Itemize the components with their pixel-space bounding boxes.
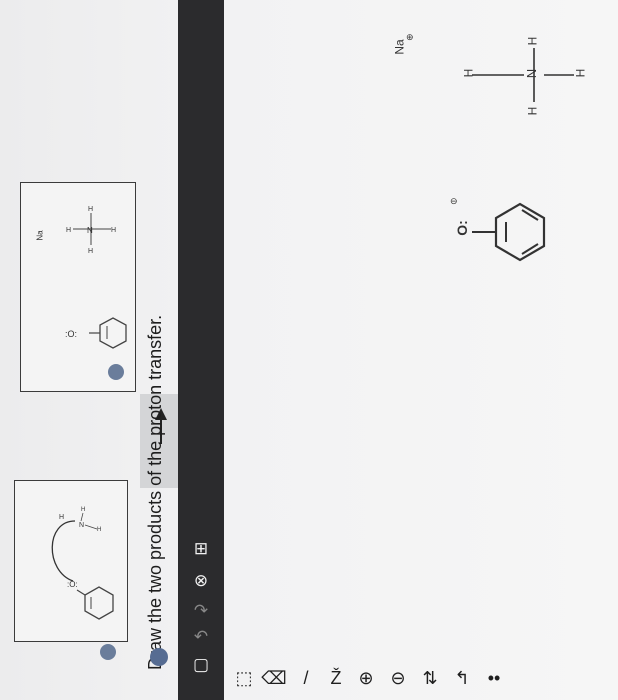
svg-text:H: H [81,507,85,513]
question-number-badge [150,648,168,666]
svg-text:H: H [97,527,101,533]
drawing-canvas[interactable]: Na ⊕ O: ⊖ N H H H H [224,0,618,700]
canvas-h-bottom[interactable]: H [525,107,539,116]
step-badge [100,644,116,660]
canvas-sodium-charge: ⊕ [406,32,414,42]
canvas-structures [472,48,574,262]
benzene-ring[interactable] [494,202,546,262]
svg-text:N: N [79,522,84,529]
template-icon[interactable]: ⊞ [178,539,224,559]
reference-sodium-label: Na [35,230,45,241]
reactants-box: :O: N H H H [14,480,128,642]
canvas-h-right[interactable]: H [573,69,587,78]
svg-text:H: H [59,514,64,521]
reactants-structure: :O: N H H H [51,507,114,620]
select-rectangle-icon[interactable]: ▢ [178,655,224,675]
delete-icon[interactable]: ⊗ [178,571,224,591]
svg-text:H: H [111,227,116,234]
ammonium-group[interactable] [472,48,574,102]
svg-text:N: N [87,226,93,235]
canvas-nitrogen-label[interactable]: N [524,69,539,78]
canvas-h-left[interactable]: H [461,69,475,78]
question-instruction: Draw the two products of the proton tran… [145,314,165,670]
products-structure: :O: N H H H H [65,206,127,349]
undo-icon[interactable]: ↶ [178,627,224,647]
redo-icon[interactable]: ↷ [178,601,224,621]
canvas-oxygen-label[interactable]: O: [454,220,470,236]
svg-text::O:: :O: [65,329,77,339]
step-badge [108,364,124,380]
canvas-sodium-label[interactable]: Na [393,39,407,54]
svg-text:H: H [66,227,71,234]
canvas-h-top[interactable]: H [525,37,539,46]
editor-toolbar-buttons: ▢ ↶ ↷ ⊗ ⊞ [178,505,224,695]
question-panel: :O: N H H H :O: N H H H H Na [0,0,196,700]
canvas-oxygen-charge: ⊖ [450,196,458,206]
svg-text:H: H [88,206,93,213]
svg-text:H: H [88,248,93,255]
products-box: :O: N H H H H Na [20,182,136,392]
